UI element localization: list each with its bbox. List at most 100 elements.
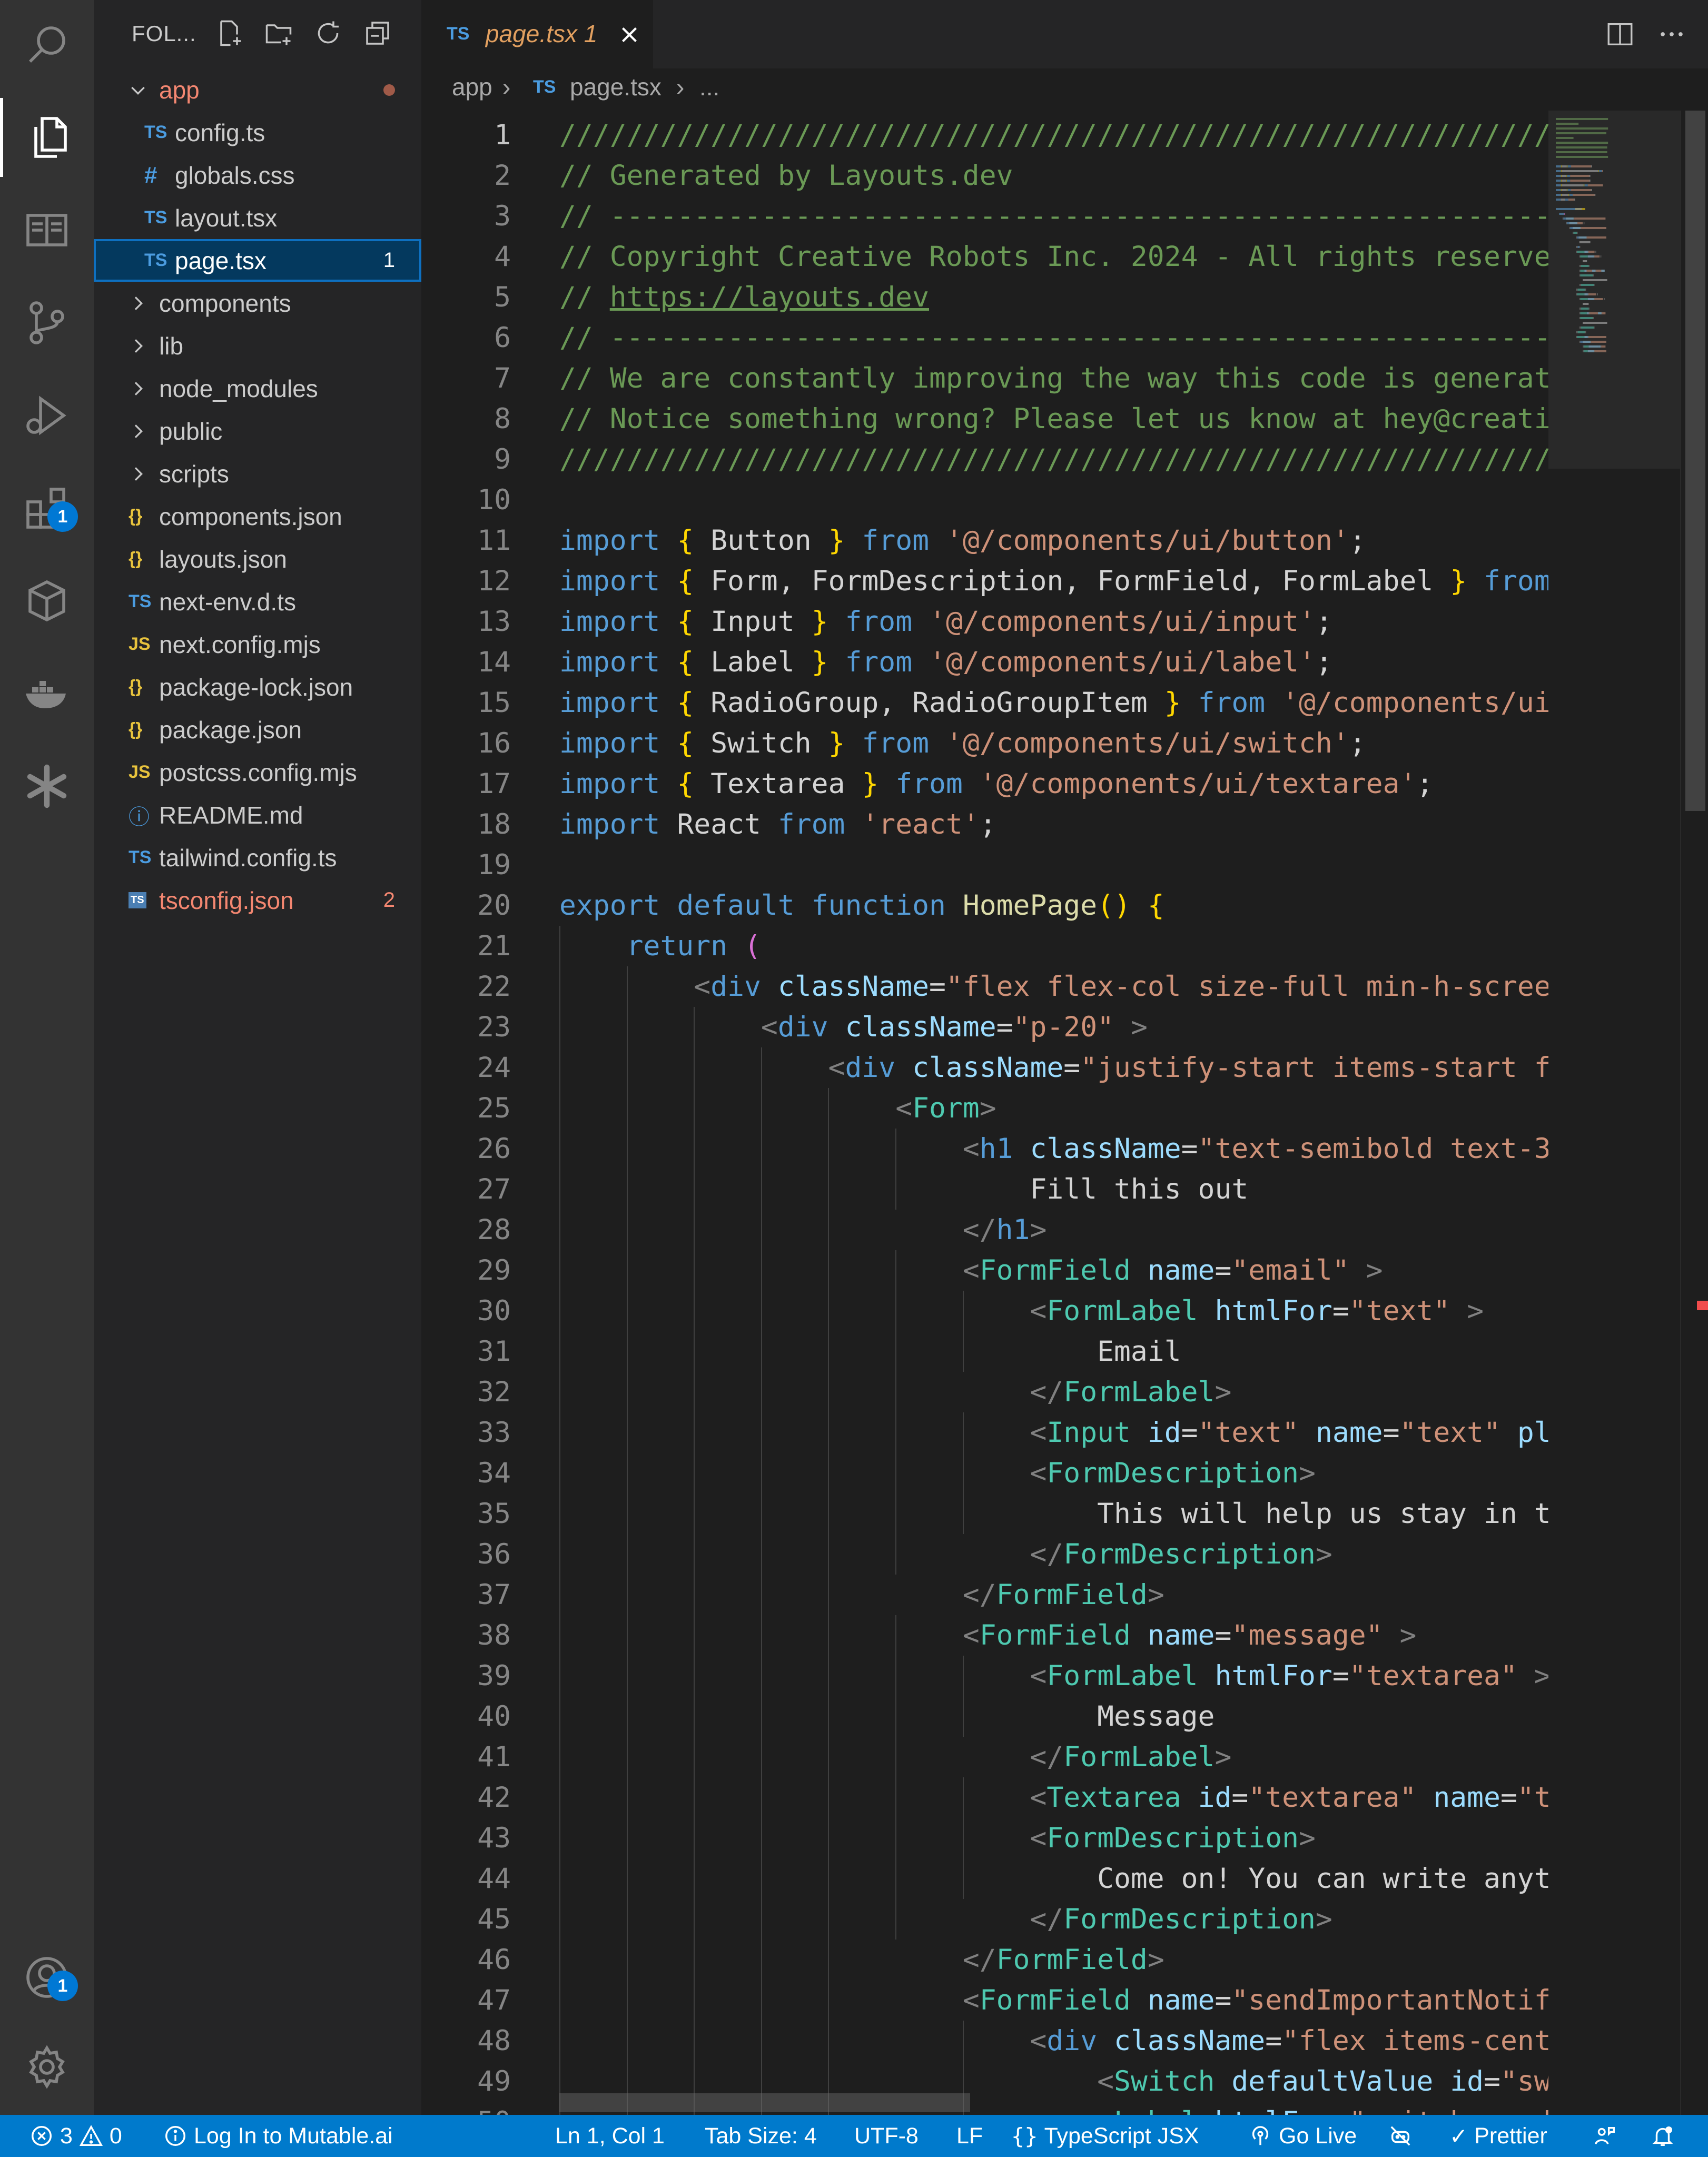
code-line[interactable]: 4 // Copyright Creative Robots Inc. 2024 …: [421, 236, 1548, 277]
code-line[interactable]: 24 <div className="justify-start items-s…: [421, 1047, 1548, 1088]
activity-docker[interactable]: [0, 654, 94, 733]
code-line[interactable]: 48 <div className="flex items-center: [421, 2021, 1548, 2061]
tree-item[interactable]: public: [94, 410, 421, 452]
code-line[interactable]: 26 <h1 className="text-semibold text-3xl: [421, 1129, 1548, 1169]
feedback-button[interactable]: [1593, 2115, 1617, 2157]
code-line[interactable]: 21 return (: [421, 926, 1548, 966]
tree-item[interactable]: TS tsconfig.json 2: [94, 879, 421, 922]
code-line[interactable]: 28 </h1>: [421, 1210, 1548, 1250]
problems-status[interactable]: 3 0: [29, 2115, 122, 2157]
code-line[interactable]: 7 // We are constantly improving the way …: [421, 358, 1548, 399]
minimap[interactable]: [1548, 111, 1680, 2115]
code-editor[interactable]: 1 ///////////////////////////////////////…: [421, 111, 1708, 2115]
code-line[interactable]: 31 Email: [421, 1331, 1548, 1372]
tab-size[interactable]: Tab Size: 4: [705, 2115, 817, 2157]
code-line[interactable]: 3 // ------------------------------------…: [421, 196, 1548, 236]
vertical-scrollbar[interactable]: [1680, 111, 1708, 2115]
tree-item[interactable]: # globals.css: [94, 154, 421, 196]
copilot-status[interactable]: [1388, 2115, 1413, 2157]
code-line[interactable]: 6 // ------------------------------------…: [421, 318, 1548, 358]
code-line[interactable]: 18 import React from 'react';: [421, 804, 1548, 845]
breadcrumb-file[interactable]: page.tsx: [570, 73, 662, 101]
code-line[interactable]: 43 <FormDescription>: [421, 1818, 1548, 1858]
code-line[interactable]: 13 import { Input } from '@/components/ui…: [421, 601, 1548, 642]
mutable-login[interactable]: Log In to Mutable.ai: [163, 2115, 393, 2157]
tree-item[interactable]: {} package.json: [94, 708, 421, 751]
breadcrumb-more[interactable]: ...: [699, 73, 719, 101]
activity-remote[interactable]: [0, 561, 94, 640]
code-line[interactable]: 10: [421, 480, 1548, 520]
code-line[interactable]: 46 </FormField>: [421, 1940, 1548, 1980]
code-line[interactable]: 2 // Generated by Layouts.dev: [421, 155, 1548, 196]
code-line[interactable]: 42 <Textarea id="textarea" name="tex: [421, 1777, 1548, 1818]
code-line[interactable]: 9 ///////////////////////////////////////…: [421, 439, 1548, 480]
code-line[interactable]: 20 export default function HomePage() {: [421, 885, 1548, 926]
code-line[interactable]: 12 import { Form, FormDescription, FormFi…: [421, 561, 1548, 601]
activity-docs[interactable]: [0, 191, 94, 270]
activity-settings[interactable]: [0, 2027, 94, 2106]
code-line[interactable]: 15 import { RadioGroup, RadioGroupItem } …: [421, 682, 1548, 723]
encoding[interactable]: UTF-8: [854, 2115, 919, 2157]
tree-item[interactable]: TS tailwind.config.ts: [94, 836, 421, 879]
refresh-button[interactable]: [310, 15, 347, 52]
code-line[interactable]: 32 </FormLabel>: [421, 1372, 1548, 1412]
breadcrumb-folder[interactable]: app: [452, 73, 492, 101]
activity-accounts[interactable]: 1: [0, 1938, 94, 2017]
more-actions-icon[interactable]: [1656, 19, 1687, 50]
tree-item[interactable]: {} layouts.json: [94, 538, 421, 580]
tree-item[interactable]: {} package-lock.json: [94, 666, 421, 708]
code-line[interactable]: 36 </FormDescription>: [421, 1534, 1548, 1575]
code-line[interactable]: 16 import { Switch } from '@/components/u…: [421, 723, 1548, 764]
scrollbar-thumb[interactable]: [1685, 111, 1705, 811]
code-line[interactable]: 39 <FormLabel htmlFor="textarea" >: [421, 1656, 1548, 1696]
code-line[interactable]: 23 <div className="p-20" >: [421, 1007, 1548, 1047]
tree-item[interactable]: TS layout.tsx: [94, 196, 421, 239]
code-line[interactable]: 47 <FormField name="sendImportantNotific: [421, 1980, 1548, 2021]
tree-item[interactable]: TS page.tsx 1: [94, 239, 421, 282]
prettier-status[interactable]: ✓ Prettier: [1449, 2115, 1547, 2157]
split-editor-icon[interactable]: [1605, 19, 1635, 50]
new-file-button[interactable]: [211, 15, 248, 52]
minimap-viewport[interactable]: [1548, 111, 1680, 469]
tree-item[interactable]: JS next.config.mjs: [94, 623, 421, 666]
end-of-line[interactable]: LF: [956, 2115, 983, 2157]
code-line[interactable]: 19: [421, 845, 1548, 885]
close-icon[interactable]: [616, 22, 643, 48]
go-live[interactable]: Go Live: [1248, 2115, 1357, 2157]
code-line[interactable]: 33 <Input id="text" name="text" plac: [421, 1412, 1548, 1453]
activity-source-control[interactable]: [0, 283, 94, 362]
tree-item[interactable]: TS next-env.d.ts: [94, 580, 421, 623]
tree-item[interactable]: lib: [94, 324, 421, 367]
activity-run-debug[interactable]: [0, 376, 94, 455]
code-line[interactable]: 35 This will help us stay in tou: [421, 1493, 1548, 1534]
tree-item[interactable]: app: [94, 68, 421, 111]
code-line[interactable]: 25 <Form>: [421, 1088, 1548, 1129]
tab-page-tsx[interactable]: TS page.tsx 1: [421, 0, 653, 68]
code-area[interactable]: 1 ///////////////////////////////////////…: [421, 111, 1548, 2115]
tree-item[interactable]: TS config.ts: [94, 111, 421, 154]
activity-ai[interactable]: [0, 747, 94, 826]
code-line[interactable]: 8 // Notice something wrong? Please let u…: [421, 399, 1548, 439]
tree-item[interactable]: components: [94, 282, 421, 324]
code-line[interactable]: 44 Come on! You can write anythi: [421, 1858, 1548, 1899]
tree-item[interactable]: {} components.json: [94, 495, 421, 538]
language-mode[interactable]: {} TypeScript JSX: [1011, 2115, 1199, 2157]
tree-item[interactable]: node_modules: [94, 367, 421, 410]
activity-extensions[interactable]: 1: [0, 469, 94, 548]
code-line[interactable]: 45 </FormDescription>: [421, 1899, 1548, 1940]
code-line[interactable]: 14 import { Label } from '@/components/ui…: [421, 642, 1548, 682]
horizontal-scrollbar-thumb[interactable]: [559, 2093, 970, 2112]
tree-item[interactable]: JS postcss.config.mjs: [94, 751, 421, 794]
code-line[interactable]: 41 </FormLabel>: [421, 1737, 1548, 1777]
code-line[interactable]: 11 import { Button } from '@/components/u…: [421, 520, 1548, 561]
activity-search[interactable]: [0, 5, 94, 84]
notifications-button[interactable]: [1651, 2115, 1675, 2157]
code-line[interactable]: 1 ///////////////////////////////////////…: [421, 115, 1548, 155]
collapse-all-button[interactable]: [359, 15, 396, 52]
code-line[interactable]: 22 <div className="flex flex-col size-fu…: [421, 966, 1548, 1007]
activity-explorer[interactable]: [0, 98, 94, 177]
code-line[interactable]: 38 <FormField name="message" >: [421, 1615, 1548, 1656]
code-line[interactable]: 34 <FormDescription>: [421, 1453, 1548, 1493]
code-line[interactable]: 29 <FormField name="email" >: [421, 1250, 1548, 1291]
tree-item[interactable]: scripts: [94, 452, 421, 495]
